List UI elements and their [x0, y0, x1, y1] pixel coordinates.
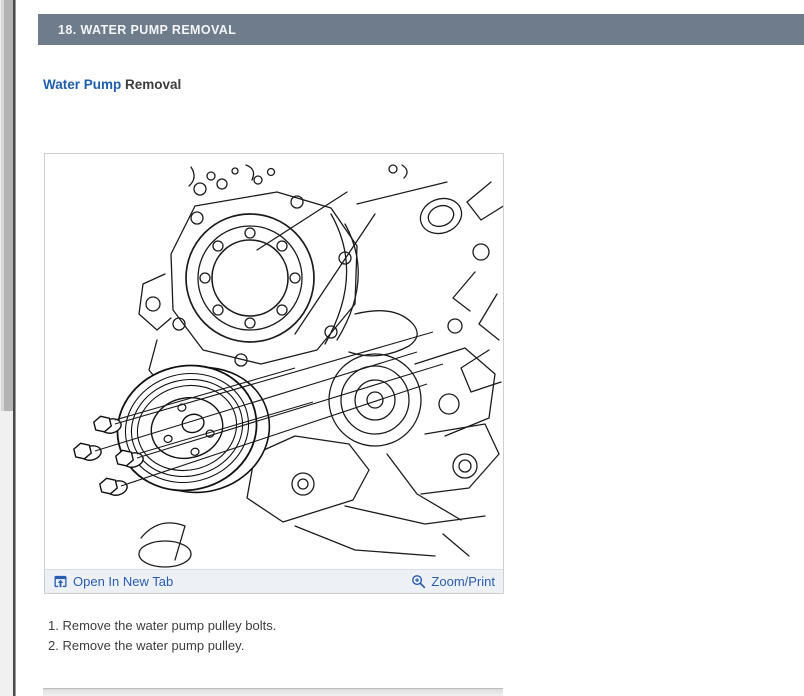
zoom-print-link[interactable]: Zoom/Print: [411, 574, 495, 589]
water-pump-link[interactable]: Water Pump: [43, 77, 121, 92]
open-in-new-tab-link[interactable]: Open In New Tab: [53, 574, 173, 589]
engine-diagram-svg: [45, 154, 503, 570]
engine-diagram[interactable]: [45, 154, 503, 570]
section-header-bar: 18. WATER PUMP REMOVAL: [38, 14, 804, 45]
section-header-title: 18. WATER PUMP REMOVAL: [38, 23, 236, 37]
left-scrollbar-thumb[interactable]: [1, 0, 13, 411]
window-divider: [13, 0, 16, 696]
procedure-heading-rest: Removal: [125, 77, 181, 92]
figure-toolbar: Open In New Tab Zoom/Print: [45, 569, 503, 593]
step-item: 1. Remove the water pump pulley bolts.: [48, 616, 276, 636]
figure-panel: Open In New Tab Zoom/Print: [44, 153, 504, 594]
next-section-divider: [43, 688, 503, 696]
zoom-print-label: Zoom/Print: [431, 574, 495, 589]
magnifier-plus-icon: [411, 574, 426, 589]
open-in-new-tab-label: Open In New Tab: [73, 574, 173, 589]
procedure-heading: Water Pump Removal: [43, 77, 181, 92]
step-item: 2. Remove the water pump pulley.: [48, 636, 276, 656]
procedure-steps: 1. Remove the water pump pulley bolts. 2…: [48, 616, 276, 656]
page-container: 18. WATER PUMP REMOVAL Water Pump Remova…: [0, 0, 804, 696]
open-in-browser-icon: [53, 574, 68, 589]
